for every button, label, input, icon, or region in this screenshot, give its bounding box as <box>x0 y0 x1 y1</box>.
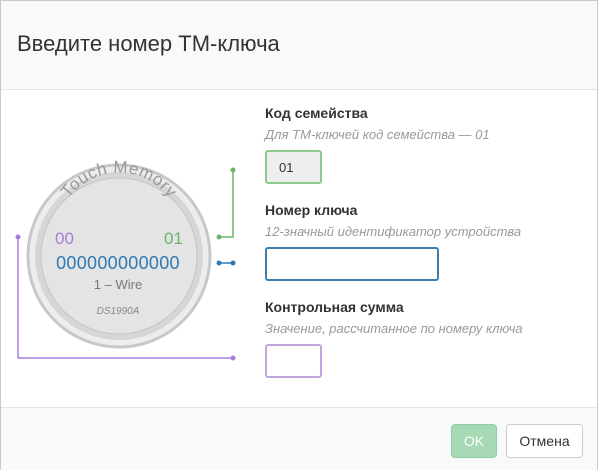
serial-number-label: Номер ключа <box>265 202 358 218</box>
serial-connector-end-dot <box>230 260 236 266</box>
family-connector-end-dot <box>230 167 236 173</box>
family-code-input[interactable] <box>265 150 322 184</box>
dialog: Введите номер ТМ-ключа Touch Memory 00 0… <box>0 0 598 470</box>
dialog-header: Введите номер ТМ-ключа <box>1 1 597 90</box>
serial-connector-dot <box>216 260 222 266</box>
touch-memory-illustration: Touch Memory 00 01 000000000000 1 – Wire… <box>15 157 236 361</box>
key-serial-number: 000000000000 <box>56 253 180 273</box>
ok-button[interactable]: OK <box>451 424 497 458</box>
checksum-input[interactable] <box>265 344 322 378</box>
family-code-label: Код семейства <box>265 105 368 121</box>
crc-connector-dot <box>15 234 21 240</box>
key-protocol-text: 1 – Wire <box>94 277 142 292</box>
family-code-hint: Для ТМ-ключей код семейства — 01 <box>265 127 490 142</box>
checksum-hint: Значение, рассчитанное по номеру ключа <box>265 321 523 336</box>
serial-number-hint: 12-значный идентификатор устройства <box>265 224 522 239</box>
checksum-label: Контрольная сумма <box>265 299 404 315</box>
key-family-code: 01 <box>164 229 183 248</box>
dialog-footer: OK Отмена <box>1 407 597 470</box>
key-crc-code: 00 <box>55 229 74 248</box>
crc-connector-end-dot <box>230 355 236 361</box>
key-model-text: DS1990A <box>97 306 140 317</box>
serial-number-input[interactable] <box>265 247 439 281</box>
dialog-title: Введите номер ТМ-ключа <box>17 31 280 56</box>
cancel-button[interactable]: Отмена <box>506 424 583 458</box>
family-connector-dot <box>216 234 222 240</box>
family-connector-line <box>219 170 234 238</box>
